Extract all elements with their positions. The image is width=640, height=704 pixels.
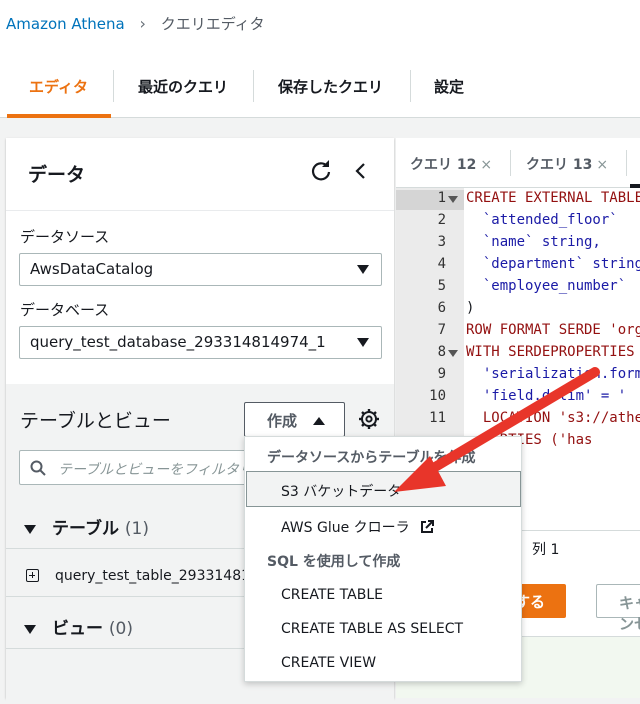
datasource-select[interactable]: AwsDataCatalog: [19, 253, 382, 286]
query-tab-13[interactable]: クエリ 13 ×: [526, 154, 608, 174]
line-number: 9: [437, 366, 446, 382]
tab-divider: [410, 70, 411, 102]
external-link-icon: [421, 520, 435, 533]
datasource-value: AwsDataCatalog: [30, 260, 154, 278]
create-button[interactable]: 作成: [244, 402, 345, 437]
create-dropdown-menu: データソースからテーブルを作成 S3 バケットデータ AWS Glue クローラ…: [244, 436, 522, 682]
line-number: 6: [437, 300, 446, 316]
database-select[interactable]: query_test_database_293314814974_1: [19, 326, 382, 359]
breadcrumb-current: クエリエディタ: [160, 15, 265, 33]
query-tab-label: クエリ 13: [526, 157, 593, 173]
glue-crawler-label: AWS Glue クローラ: [281, 520, 410, 536]
line-number: 4: [437, 256, 446, 272]
line-number: 10: [429, 388, 446, 404]
chevron-right-icon: ›: [139, 14, 146, 33]
fold-caret-icon[interactable]: [448, 350, 458, 357]
expand-plus-icon[interactable]: [26, 569, 39, 582]
query-tab-label: クエリ 12: [410, 157, 477, 173]
code-line: 'field.delim' = ': [466, 388, 627, 404]
tab-divider: [113, 70, 114, 102]
views-count: (0): [108, 619, 134, 639]
tab-divider: [626, 150, 627, 176]
code-line: 'serialization.format: [482, 366, 640, 382]
database-value: query_test_database_293314814974_1: [30, 333, 326, 351]
data-panel-title: データ: [28, 164, 86, 186]
tables-section-header[interactable]: テーブル (1): [24, 514, 149, 539]
code-line: CREATE EXTERNAL TABLE: [466, 190, 640, 206]
datasource-label: データソース: [20, 228, 110, 246]
code-line: `name` string,: [466, 234, 601, 250]
tables-count: (1): [124, 519, 149, 539]
gear-icon[interactable]: [358, 408, 380, 430]
menu-section-sql: SQL を使用して作成: [267, 554, 401, 570]
caret-down-icon: [357, 338, 369, 347]
menu-section-datasource: データソースからテーブルを作成: [267, 450, 476, 466]
code-line: LOCATION 's3://athena: [482, 410, 640, 426]
caret-down-icon: [357, 265, 369, 274]
create-button-label: 作成: [267, 412, 298, 430]
code-line: `employee_number`: [466, 278, 627, 294]
menu-item-ctas[interactable]: CREATE TABLE AS SELECT: [281, 621, 463, 637]
menu-item-create-table[interactable]: CREATE TABLE: [281, 587, 383, 603]
code-line: `attended_floor`: [466, 212, 618, 228]
caret-down-icon: [24, 624, 36, 634]
cancel-button[interactable]: キャンセル: [596, 584, 640, 654]
chevron-left-icon[interactable]: [350, 160, 372, 182]
line-number: 2: [437, 212, 446, 228]
line-number: 1: [437, 190, 446, 206]
fold-caret-icon[interactable]: [448, 196, 458, 203]
code-line: ROW FORMAT SERDE 'org: [466, 322, 640, 338]
active-tab-indicator: [7, 114, 111, 118]
views-header-label: ビュー: [52, 619, 103, 639]
line-number: 5: [437, 278, 446, 294]
top-bar: Amazon Athena › クエリエディタ: [0, 0, 640, 46]
menu-item-create-view[interactable]: CREATE VIEW: [281, 655, 376, 671]
column-indicator: 列 1: [532, 542, 560, 558]
main-tabs: エディタ 最近のクエリ 保存したクエリ 設定: [0, 46, 640, 118]
breadcrumb: Amazon Athena › クエリエディタ: [6, 13, 265, 34]
code-line: WITH SERDEPROPERTIES (: [466, 344, 640, 360]
tab-divider: [253, 70, 254, 102]
line-number: 11: [429, 410, 446, 426]
caret-up-icon: [313, 417, 325, 425]
tables-header-label: テーブル: [52, 519, 119, 539]
caret-down-icon: [24, 524, 36, 534]
breadcrumb-athena-link[interactable]: Amazon Athena: [6, 15, 125, 33]
close-icon[interactable]: ×: [480, 157, 492, 173]
tab-recent-queries[interactable]: 最近のクエリ: [138, 76, 228, 97]
tab-divider: [510, 150, 511, 176]
tab-settings[interactable]: 設定: [434, 76, 464, 97]
divider: [6, 210, 394, 211]
menu-item-glue-crawler[interactable]: AWS Glue クローラ: [281, 517, 435, 537]
code-line: ): [466, 300, 475, 316]
query-tabs: クエリ 12 × クエリ 13 ×: [396, 138, 640, 188]
tab-saved-queries[interactable]: 保存したクエリ: [278, 76, 383, 97]
line-number: 8: [437, 344, 446, 360]
close-icon[interactable]: ×: [596, 157, 608, 173]
menu-item-s3-bucket-data[interactable]: S3 バケットデータ: [281, 481, 401, 501]
database-label: データベース: [20, 301, 110, 319]
line-number: 7: [437, 322, 446, 338]
query-tab-12[interactable]: クエリ 12 ×: [410, 154, 492, 174]
refresh-icon[interactable]: [310, 160, 332, 182]
tab-editor[interactable]: エディタ: [29, 76, 88, 97]
line-number: 3: [437, 234, 446, 250]
views-section-header[interactable]: ビュー (0): [24, 614, 133, 639]
search-icon: [30, 460, 46, 476]
tables-views-title: テーブルとビュー: [20, 410, 171, 432]
code-line: `department` string,: [466, 256, 640, 272]
